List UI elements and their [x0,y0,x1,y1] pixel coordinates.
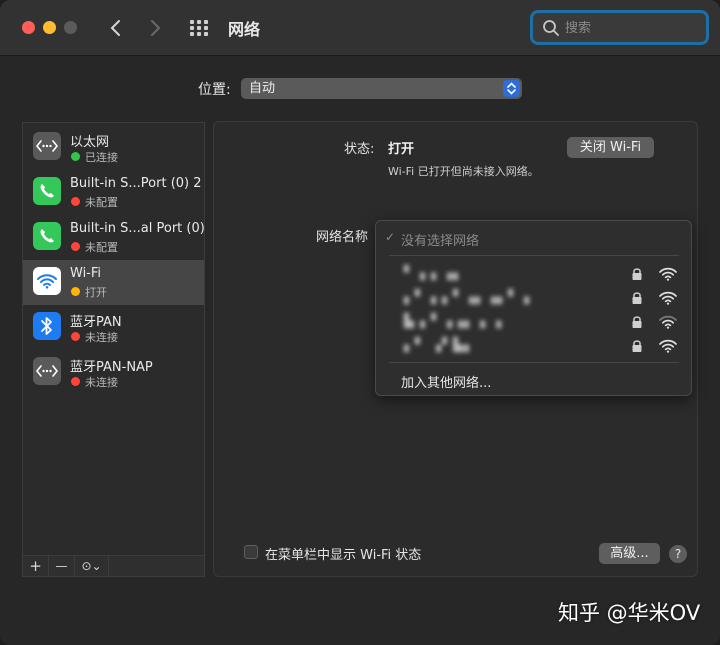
network-menu: ✓ 没有选择网络 ▘▗ ▖▗▖ ▖▘▗ ▖▘▗▖▗▖▘▗ ▙▗ ▘▗▗▖▗ ▗ … [375,220,692,396]
phone-icon [33,177,61,205]
service-status: 未配置 [85,196,118,209]
service-status: 打开 [85,286,107,299]
search-field[interactable] [530,10,709,45]
network-name: ▘▗ ▖▗▖ [404,266,465,281]
add-service-button[interactable]: + [23,556,49,576]
network-name: ▖▘▗ ▖▘▗▖▗▖▘▗ [404,290,531,305]
service-status: 未连接 [85,376,118,389]
turn-wifi-off-button[interactable]: 关闭 Wi-Fi [567,137,654,158]
search-icon [543,20,559,36]
status-description: Wi-Fi 已打开但尚未接入网络。 [388,165,539,178]
remove-service-button[interactable]: — [49,556,75,576]
service-name: Built-in S...Port (0) 2 [70,176,202,191]
advanced-button[interactable]: 高级... [599,543,660,564]
network-name: ▙▗ ▘▗▗▖▗ ▗ [404,314,503,329]
status-dot [71,377,80,386]
status-label: 状态: [344,142,375,157]
status-dot [71,332,80,341]
close-window-button[interactable] [22,21,35,34]
status-dot [71,152,80,161]
status-dot [71,197,80,206]
network-preferences-window: 网络 位置: 自动 以太网 已连接 [0,0,720,645]
minimize-window-button[interactable] [43,21,56,34]
chevron-right-icon [151,20,161,36]
wifi-icon [33,267,61,295]
title-bar: 网络 [0,0,720,56]
phone-icon [33,222,61,250]
wifi-signal-icon [659,267,677,281]
service-name: Wi-Fi [70,266,102,281]
service-item-bluetooth-pan-nap[interactable]: 蓝牙PAN-NAP 未连接 [23,350,204,395]
show-wifi-in-menubar-checkbox[interactable] [244,545,258,559]
window-title: 网络 [228,20,261,39]
network-item[interactable]: ▙▗ ▘▗▗▖▗ ▗ [376,310,691,334]
menu-item-no-network[interactable]: 没有选择网络 [401,230,479,249]
service-status: 已连接 [85,151,118,164]
network-item[interactable]: ▖▘ ▗▘▙▖ [376,334,691,358]
status-value: 打开 [388,142,415,157]
network-item[interactable]: ▘▗ ▖▗▖ [376,262,691,286]
watermark: 知乎 @华米OV [558,601,701,625]
service-item-serial-port-2[interactable]: Built-in S...Port (0) 2 未配置 [23,170,204,215]
service-name: 蓝牙PAN [70,315,122,330]
show-wifi-in-menubar-label: 在菜单栏中显示 Wi-Fi 状态 [265,548,422,563]
location-label: 位置: [198,82,231,98]
show-all-grid-button[interactable] [188,18,212,38]
network-name-label: 网络名称 [316,230,369,245]
service-item-wifi[interactable]: Wi-Fi 打开 [23,260,204,305]
select-stepper-icon [503,80,520,97]
network-name: ▖▘ ▗▘▙▖ [404,338,476,353]
location-select[interactable]: 自动 [241,78,522,99]
wifi-signal-icon [659,291,677,305]
service-item-bluetooth-pan[interactable]: 蓝牙PAN 未连接 [23,305,204,350]
ethernet-icon [33,132,61,160]
service-list: 以太网 已连接 Built-in S...Port (0) 2 未配置 Buil… [22,122,205,577]
menu-item-join-other-network[interactable]: 加入其他网络... [401,372,491,391]
forward-button[interactable] [145,14,167,42]
lock-icon [632,268,642,280]
status-dot [71,242,80,251]
service-item-ethernet[interactable]: 以太网 已连接 [23,125,204,170]
service-status: 未连接 [85,331,118,344]
status-dot [71,287,80,296]
lock-icon [632,316,642,328]
help-button[interactable]: ? [669,545,687,563]
chevron-left-icon [110,20,120,36]
zoom-window-button[interactable] [64,21,77,34]
menu-separator [389,362,679,363]
service-item-serial-port[interactable]: Built-in S...al Port (0) 未配置 [23,215,205,260]
action-menu-button[interactable]: ⊙⌄ [75,556,109,576]
wifi-signal-icon [659,339,677,353]
lock-icon [632,292,642,304]
search-input[interactable] [565,18,695,38]
menu-separator [389,255,679,256]
network-item[interactable]: ▖▘▗ ▖▘▗▖▗▖▘▗ [376,286,691,310]
location-value: 自动 [249,81,276,96]
ethernet-icon [33,357,61,385]
service-name: Built-in S...al Port (0) [70,221,205,236]
checkmark-icon: ✓ [385,230,396,244]
back-button[interactable] [104,14,126,42]
lock-icon [632,340,642,352]
service-status: 未配置 [85,241,118,254]
service-name: 以太网 [70,135,110,150]
service-list-toolbar: + — ⊙⌄ [23,555,204,576]
bluetooth-icon [33,312,61,340]
wifi-signal-icon [659,315,677,329]
service-name: 蓝牙PAN-NAP [70,360,153,375]
